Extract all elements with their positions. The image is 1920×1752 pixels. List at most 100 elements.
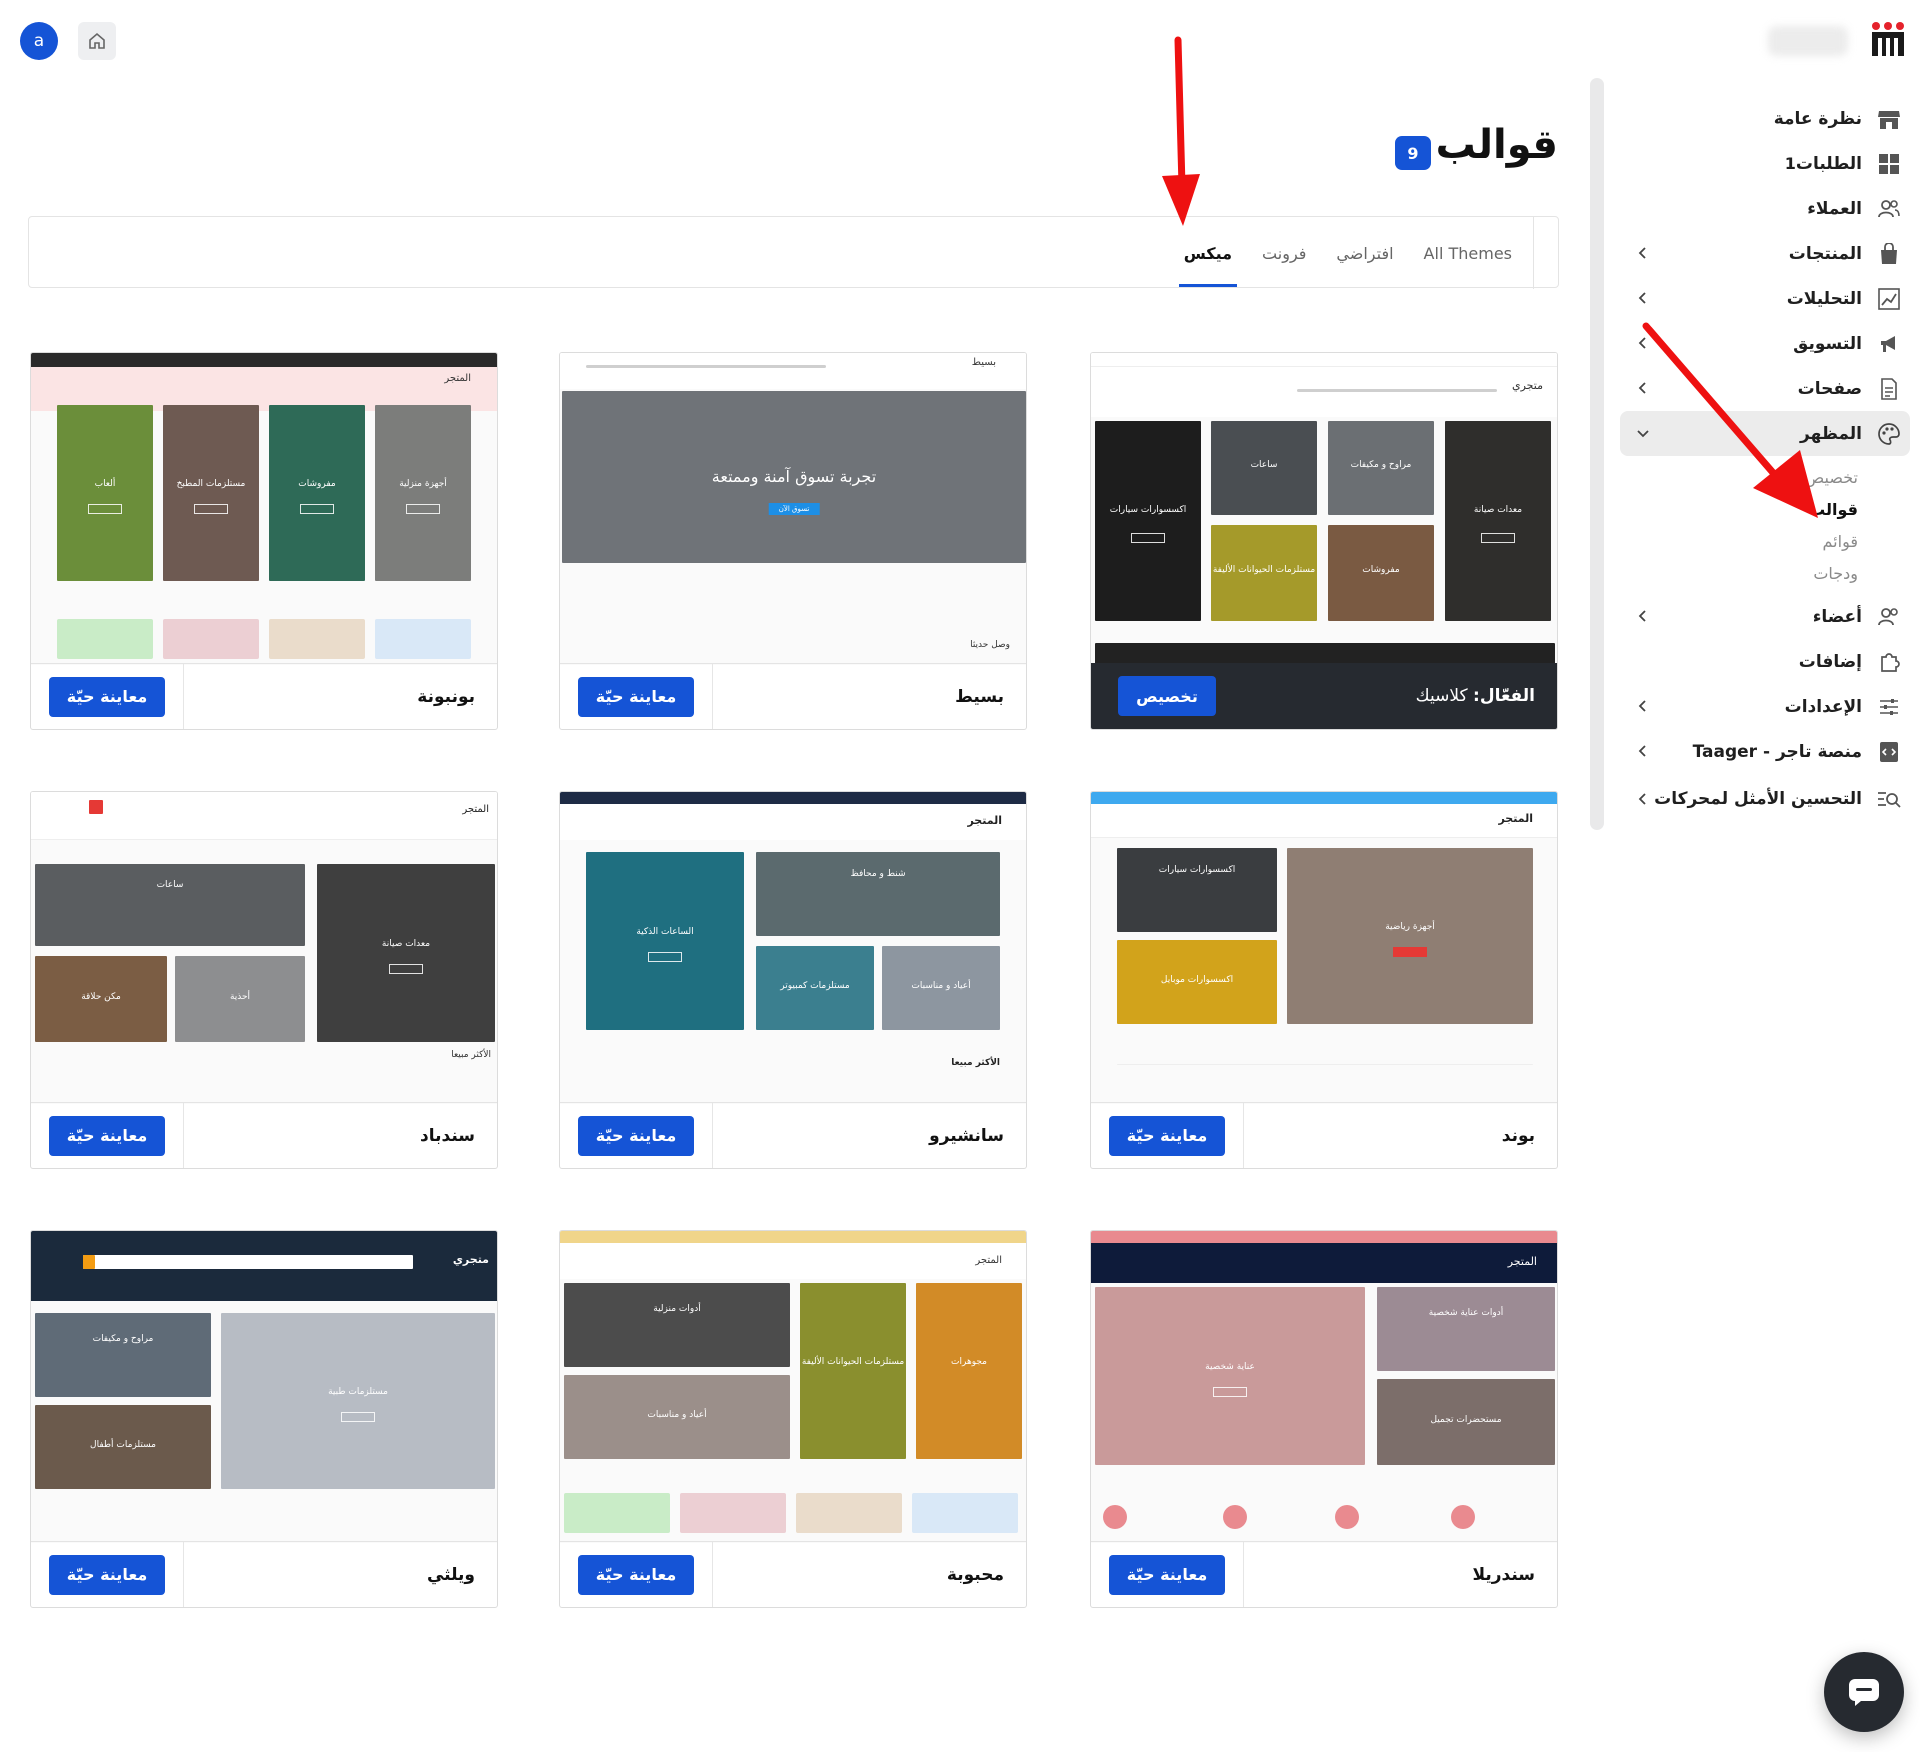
theme-card-footer: بونبونة معاينة حيّة [31,663,497,729]
tab-front[interactable]: فرونت [1247,217,1321,289]
theme-name: سانشيرو [929,1125,1004,1146]
theme-card-footer: بوند معاينة حيّة [1091,1102,1557,1168]
preview-tile-label: ساعات [156,880,184,891]
preview-tile-label: مستلزمات طبية [328,1386,388,1397]
sidebar-item-members[interactable]: أعضاء [1620,594,1910,639]
submenu-menus[interactable]: قوائم [1620,526,1858,558]
sidebar-item-marketing[interactable]: التسويق [1620,321,1910,366]
live-preview-button[interactable]: معاينة حيّة [577,1115,695,1156]
sidebar-item-orders[interactable]: الطلبات 1 [1620,141,1910,186]
theme-name-text: كلاسيك [1415,686,1468,706]
sidebar-item-overview[interactable]: نظرة عامة [1620,96,1910,141]
live-preview-button[interactable]: معاينة حيّة [48,1554,166,1595]
store-icon [1876,106,1902,132]
user-avatar[interactable]: a [20,22,58,60]
chat-button[interactable] [1824,1652,1904,1732]
sidebar-item-customers[interactable]: العملاء [1620,186,1910,231]
sidebar-item-label: أعضاء [1812,606,1862,627]
preview-store-name: المتجر [444,373,471,384]
preview-tile-label: أعياد و مناسبات [647,1410,707,1421]
preview-store-name: المتجر [1507,1255,1537,1268]
chevron-left-icon [1638,610,1646,622]
customize-button[interactable]: تخصيص [1118,676,1216,716]
theme-preview[interactable]: المتجر ألعاب مستلزمات المطبخ مفروشات أجه… [31,353,497,665]
home-button[interactable] [78,22,116,60]
sidebar-item-label: التسويق [1793,333,1862,354]
submenu-widgets[interactable]: ودجات [1620,558,1858,590]
sidebar-item-pages[interactable]: صفحات [1620,366,1910,411]
theme-preview[interactable]: المتجر أدوات منزلية مستلزمات الحيوانات ا… [560,1231,1026,1543]
preview-tile-label: شنط و محافظ [850,868,906,879]
seo-icon [1876,786,1902,812]
sidebar-item-label: الطلبات [1795,153,1862,174]
theme-preview[interactable]: المتجر عناية شخصية أدوات عناية شخصية مست… [1091,1231,1557,1543]
live-preview-button[interactable]: معاينة حيّة [577,676,695,717]
tab-mix[interactable]: ميكس [1169,217,1247,289]
theme-preview[interactable]: المتجر الساعات الذكية شنط و محافظ مستلزم… [560,792,1026,1104]
theme-preview[interactable]: متجري اكسسوارات سيارات ساعات مراوح و مكي… [1091,353,1557,665]
chevron-left-icon [1638,793,1646,805]
sidebar-item-label: إضافات [1798,651,1862,672]
sidebar-item-label: الإعدادات [1784,696,1862,717]
sidebar-item-seo[interactable]: التحسين الأمثل لمحركات [1620,774,1910,824]
preview-tile-label: مراوح و مكيفات [92,1334,154,1344]
preview-hero-text: تجربة تسوق آمنة وممتعة [711,467,877,486]
theme-card-footer: بسيط معاينة حيّة [560,663,1026,729]
live-preview-button[interactable]: معاينة حيّة [48,676,166,717]
active-theme-prefix: الفعّال: [1473,686,1535,706]
preview-store-name: متجري [452,1253,489,1266]
theme-name: محبوبة [946,1564,1004,1585]
preview-tile-label: أجهزة منزلية [399,478,447,489]
sidebar-item-appearance[interactable]: المظهر [1620,411,1910,456]
theme-preview[interactable]: المتجر ساعات معدات صيانة مكن حلاقة أحذية… [31,792,497,1104]
preview-tile-label: مستلزمات الحيوانات الأليفة [801,1356,905,1367]
theme-name: بوند [1501,1125,1535,1146]
theme-card-footer: سندباد معاينة حيّة [31,1102,497,1168]
preview-tile-label: أدوات عناية شخصية [1428,1308,1504,1318]
chart-icon [1876,286,1902,312]
live-preview-button[interactable]: معاينة حيّة [1108,1115,1226,1156]
sidebar-item-addons[interactable]: إضافات [1620,639,1910,684]
chevron-down-icon [1637,430,1649,438]
preview-tile-label: مفروشات [1362,565,1400,576]
preview-store-name: المتجر [975,1255,1002,1266]
themes-count-badge: 9 [1395,136,1431,170]
appearance-submenu: تخصيص قوالب قوائم ودجات [1620,456,1910,594]
theme-preview[interactable]: متجري مراوح و مكيفات مستلزمات طبية مستلز… [31,1231,497,1543]
preview-store-name: المتجر [1498,812,1533,825]
page-title: قوالب [1435,122,1558,168]
theme-preview[interactable]: بسيط تجربة تسوق آمنة وممتعة تسوق الآن وص… [560,353,1026,665]
tab-all-themes[interactable]: All Themes [1409,217,1527,289]
chevron-left-icon [1638,337,1646,349]
store-name-blurred [1768,26,1848,56]
preview-store-name: المتجر [462,804,489,815]
megaphone-icon [1876,331,1902,357]
submenu-customize[interactable]: تخصيص [1620,462,1858,494]
live-preview-button[interactable]: معاينة حيّة [48,1115,166,1156]
theme-card-bonbona: المتجر ألعاب مستلزمات المطبخ مفروشات أجه… [30,352,498,730]
chevron-left-icon [1638,745,1646,757]
sidebar-item-products[interactable]: المنتجات [1620,231,1910,276]
sidebar-item-settings[interactable]: الإعدادات [1620,684,1910,729]
sidebar: نظرة عامة الطلبات 1 العملاء المنتجات الت… [1620,96,1910,824]
puzzle-icon [1876,649,1902,675]
preview-tile-label: معدات صيانة [1473,505,1523,515]
theme-card-sanshiro: المتجر الساعات الذكية شنط و محافظ مستلزم… [559,791,1027,1169]
preview-tile-label: اكسسوارات سيارات [1158,864,1236,875]
theme-name: سندريلا [1472,1564,1535,1585]
theme-card-wealthy: متجري مراوح و مكيفات مستلزمات طبية مستلز… [30,1230,498,1608]
preview-section-title: وصل حديثا [970,640,1010,650]
live-preview-button[interactable]: معاينة حيّة [577,1554,695,1595]
preview-store-name: بسيط [971,357,996,368]
theme-preview[interactable]: المتجر اكسسوارات سيارات أجهزة رياضية اكس… [1091,792,1557,1104]
tab-default[interactable]: افتراضي [1321,217,1408,289]
submenu-themes[interactable]: قوالب [1620,494,1858,526]
theme-name: الفعّال: كلاسيك [1244,686,1557,706]
sidebar-scrollbar[interactable] [1590,78,1604,830]
sidebar-item-analytics[interactable]: التحليلات [1620,276,1910,321]
theme-tabs: All Themes افتراضي فرونت ميكس [28,216,1559,289]
preview-tile-label: اكسسوارات موبايل [1160,975,1234,986]
live-preview-button[interactable]: معاينة حيّة [1108,1554,1226,1595]
sidebar-item-taager[interactable]: Taager - منصة تاجر [1620,729,1910,774]
theme-card-footer: سندريلا معاينة حيّة [1091,1541,1557,1607]
